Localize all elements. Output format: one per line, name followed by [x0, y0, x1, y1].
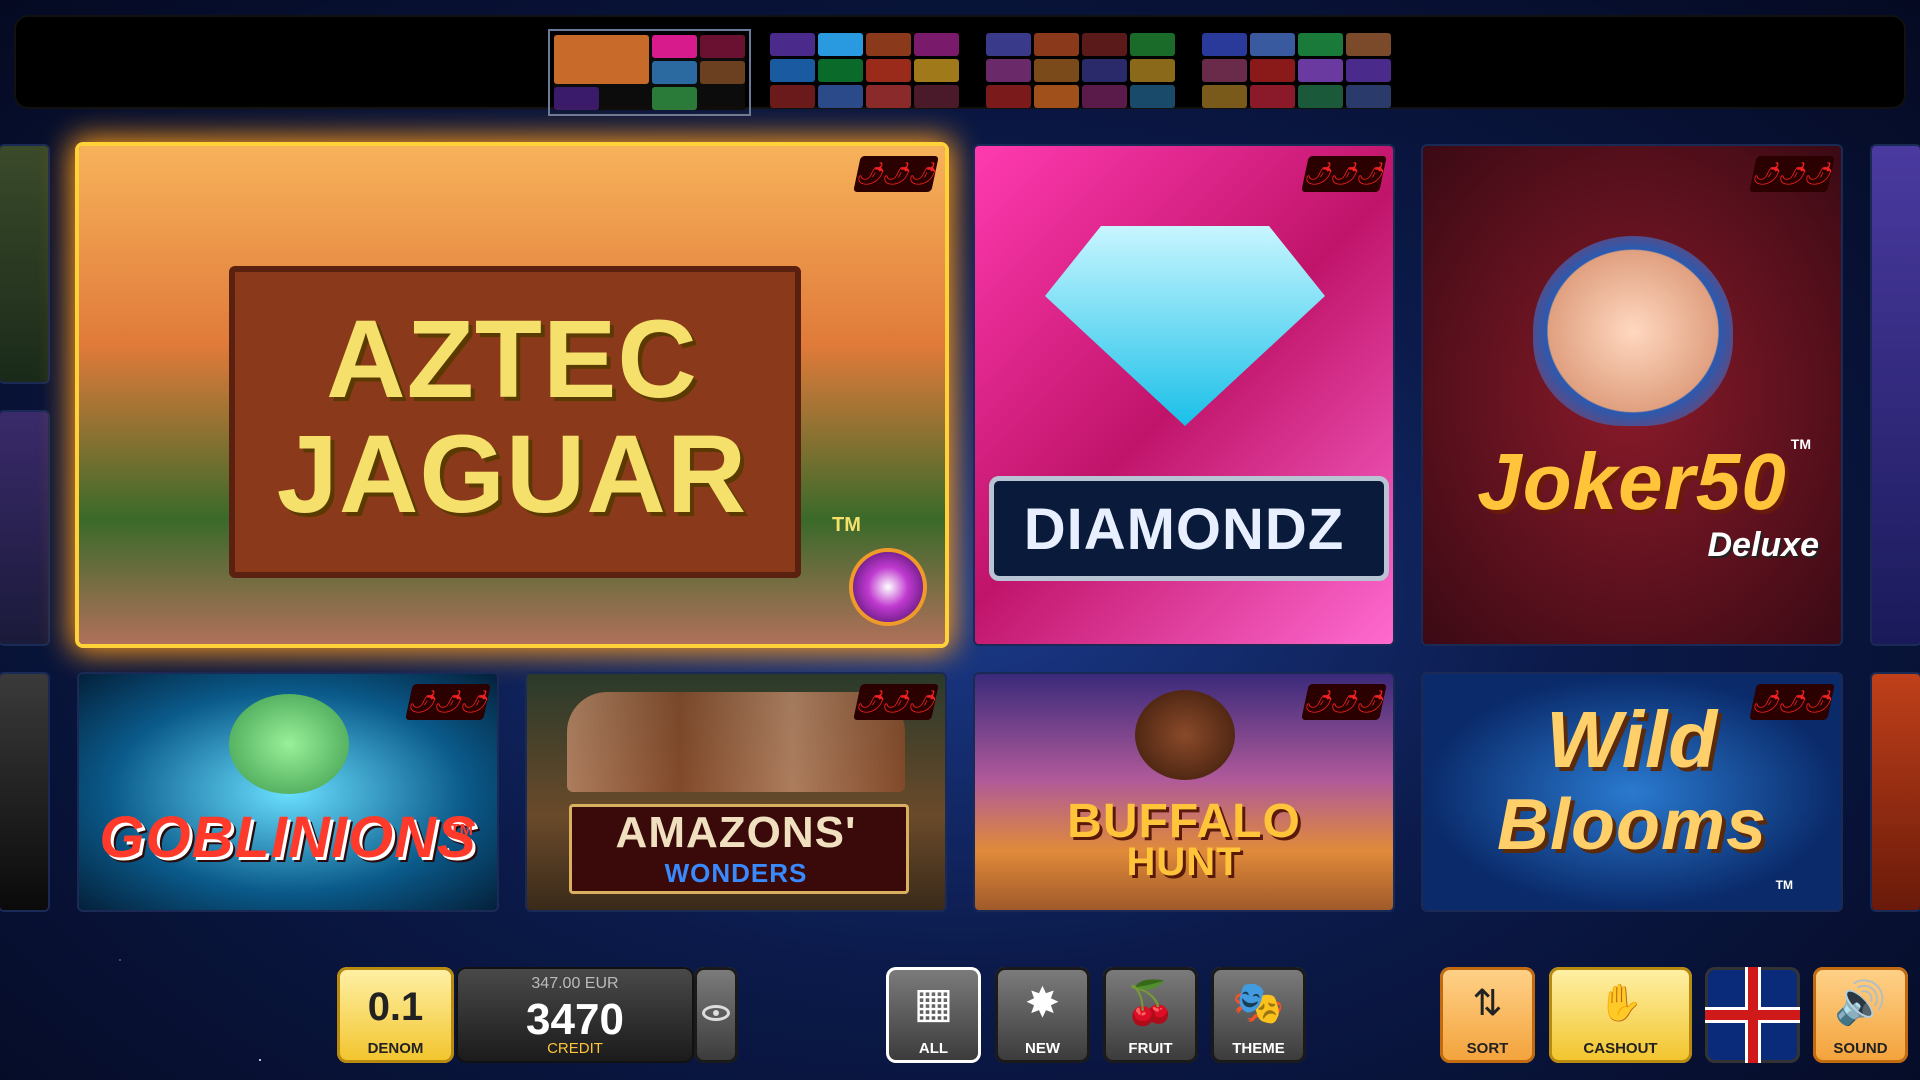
game-title-line1: AMAZONS': [615, 808, 857, 857]
game-tile-wild-blooms[interactable]: Wild Blooms TM 🌶🌶🌶: [1423, 674, 1841, 910]
minimap-page-1[interactable]: [548, 29, 751, 116]
game-tile-diamondz[interactable]: DIAMONDZ 🌶🌶🌶: [975, 146, 1393, 644]
star-burst-icon: ✸: [1024, 979, 1061, 1026]
grid-icon: ▦: [913, 979, 954, 1026]
volatility-chili-icon: 🌶🌶🌶: [405, 684, 491, 720]
game-tile-joker50-deluxe[interactable]: Joker50 Deluxe TM 🌶🌶🌶: [1423, 146, 1841, 644]
game-pages-minimap: [14, 15, 1906, 116]
denom-value: 0.1: [367, 985, 424, 1029]
game-title-line2: Blooms: [1496, 785, 1768, 865]
warriors-art: [567, 692, 905, 792]
trademark: TM: [449, 822, 473, 839]
game-tile-goblinions[interactable]: GOBLINIONS TM 🌶🌶🌶: [79, 674, 497, 910]
game-tile-aztec-jaguar[interactable]: AZTEC JAGUAR TM 🌶🌶🌶: [79, 146, 945, 644]
volatility-chili-icon: 🌶🌶🌶: [853, 156, 939, 192]
sort-button[interactable]: ⇅ SORT: [1440, 967, 1535, 1063]
game-subtitle: Deluxe: [1707, 526, 1820, 564]
filter-label: ALL: [918, 1040, 949, 1057]
game-title-line1: AZTEC: [326, 298, 698, 421]
minimap-page-4[interactable]: [1202, 33, 1391, 108]
trademark: TM: [832, 514, 861, 536]
minimap-page-2[interactable]: [770, 33, 959, 108]
mask-icon: 🎭: [1232, 979, 1285, 1026]
game-title-line2: JAGUAR: [276, 413, 748, 536]
filter-new-button[interactable]: ✸ NEW: [995, 967, 1090, 1063]
denom-label: DENOM: [367, 1040, 424, 1057]
denom-button[interactable]: 0.1 DENOM: [337, 967, 454, 1063]
trademark: TM: [1775, 878, 1793, 892]
toggle-balance-visibility-button[interactable]: [694, 967, 738, 1063]
goblin-icon: [229, 694, 349, 794]
game-tile-partial-right-1[interactable]: [1872, 146, 1920, 644]
game-tile-partial-left-3[interactable]: [0, 674, 48, 910]
eye-icon: [702, 1005, 730, 1021]
volatility-chili-icon: 🌶🌶🌶: [1749, 156, 1835, 192]
filter-label: NEW: [1025, 1040, 1060, 1057]
sound-label: SOUND: [1833, 1040, 1888, 1057]
filter-label: FRUIT: [1128, 1040, 1173, 1057]
credit-value: 3470: [526, 995, 624, 1044]
sort-label: SORT: [1466, 1040, 1509, 1057]
filter-label: THEME: [1232, 1040, 1285, 1057]
volatility-chili-icon: 🌶🌶🌶: [1301, 156, 1387, 192]
sound-button[interactable]: 🔊 SOUND: [1813, 967, 1908, 1063]
speaker-icon: 🔊: [1834, 979, 1887, 1026]
game-tile-partial-left-2[interactable]: [0, 412, 48, 644]
language-uk-flag-button[interactable]: [1705, 967, 1800, 1063]
game-title-line2: HUNT: [1126, 840, 1242, 884]
game-tile-partial-right-2[interactable]: [1872, 674, 1920, 910]
buffalo-icon: [1135, 690, 1235, 780]
volatility-chili-icon: 🌶🌶🌶: [853, 684, 939, 720]
jackpot-orb-icon: [853, 552, 923, 622]
filter-all-button[interactable]: ▦ ALL: [886, 967, 981, 1063]
game-tile-amazons-wonders[interactable]: AMAZONS' WONDERS 🌶🌶🌶: [527, 674, 945, 910]
trademark: TM: [1790, 436, 1811, 452]
sort-icon: ⇅: [1472, 982, 1503, 1023]
balance-eur: 347.00 EUR: [531, 975, 619, 992]
game-title: GOBLINIONS: [99, 805, 477, 870]
credit-display: 347.00 EUR 3470 CREDIT: [456, 967, 694, 1063]
game-title: Joker50: [1477, 437, 1787, 526]
cashout-hand-icon: ✋: [1598, 982, 1643, 1023]
filter-fruit-button[interactable]: 🍒 FRUIT: [1103, 967, 1198, 1063]
volatility-chili-icon: 🌶🌶🌶: [1749, 684, 1835, 720]
diamond-icon: [1045, 226, 1325, 426]
cashout-label: CASHOUT: [1583, 1040, 1658, 1057]
volatility-chili-icon: 🌶🌶🌶: [1301, 684, 1387, 720]
minimap-page-3[interactable]: [986, 33, 1175, 108]
cashout-button[interactable]: ✋ CASHOUT: [1549, 967, 1692, 1063]
joker-face-icon: [1533, 236, 1733, 426]
credit-label: CREDIT: [547, 1040, 603, 1057]
game-title-line2: WONDERS: [664, 858, 808, 888]
cherry-icon: 🍒: [1124, 979, 1177, 1026]
game-tile-partial-left-1[interactable]: [0, 146, 48, 382]
game-tile-buffalo-hunt[interactable]: BUFFALO HUNT 🌶🌶🌶: [975, 674, 1393, 910]
game-title: DIAMONDZ: [1023, 497, 1345, 562]
filter-theme-button[interactable]: 🎭 THEME: [1211, 967, 1306, 1063]
